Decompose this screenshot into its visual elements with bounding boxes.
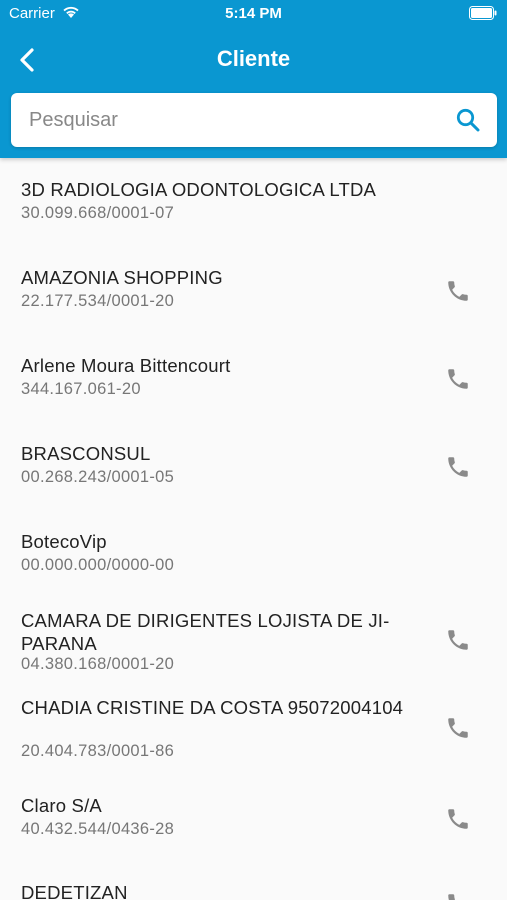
battery-icon bbox=[469, 6, 497, 20]
status-bar: Carrier 5:14 PM bbox=[0, 0, 507, 28]
client-document: 00.000.000/0000-00 bbox=[21, 556, 175, 574]
client-name: BotecoVip bbox=[21, 531, 107, 552]
phone-icon[interactable] bbox=[445, 366, 471, 392]
client-name: BRASCONSUL bbox=[21, 443, 151, 464]
client-name: Arlene Moura Bittencourt bbox=[21, 355, 231, 376]
client-name: AMAZONIA SHOPPING bbox=[21, 267, 223, 288]
page-title: Cliente bbox=[216, 46, 291, 71]
list-item[interactable]: CHADIA CRISTINE DA COSTA 95072004104 20.… bbox=[0, 696, 507, 766]
list-item[interactable]: DEDETIZAN bbox=[0, 881, 507, 900]
list-item[interactable]: CAMARA DE DIRIGENTES LOJISTA DE JI-PARAN… bbox=[0, 609, 507, 679]
list-item[interactable]: Claro S/A 40.432.544/0436-28 bbox=[0, 794, 507, 864]
client-list: 3D RADIOLOGIA ODONTOLOGICA LTDA 30.099.6… bbox=[0, 158, 507, 900]
client-document: 22.177.534/0001-20 bbox=[21, 292, 175, 310]
search-icon[interactable] bbox=[455, 107, 481, 133]
client-name: CHADIA CRISTINE DA COSTA 95072004104 bbox=[21, 697, 404, 718]
phone-icon[interactable] bbox=[445, 627, 471, 653]
client-document: 00.268.243/0001-05 bbox=[21, 468, 175, 486]
list-item[interactable]: 3D RADIOLOGIA ODONTOLOGICA LTDA 30.099.6… bbox=[0, 178, 507, 248]
client-name: Claro S/A bbox=[21, 795, 102, 816]
status-time: 5:14 PM bbox=[225, 5, 282, 22]
client-document: 40.432.544/0436-28 bbox=[21, 820, 175, 838]
phone-icon[interactable] bbox=[445, 806, 471, 832]
phone-icon[interactable] bbox=[445, 454, 471, 480]
phone-icon[interactable] bbox=[445, 278, 471, 304]
phone-icon[interactable] bbox=[445, 715, 471, 741]
navigation-bar: Cliente bbox=[0, 38, 507, 82]
list-item[interactable]: Arlene Moura Bittencourt 344.167.061-20 bbox=[0, 354, 507, 424]
search-bar bbox=[11, 93, 497, 147]
list-item[interactable]: BotecoVip 00.000.000/0000-00 bbox=[0, 530, 507, 600]
list-item[interactable]: BRASCONSUL 00.268.243/0001-05 bbox=[0, 442, 507, 512]
client-name: 3D RADIOLOGIA ODONTOLOGICA LTDA bbox=[21, 179, 377, 200]
list-item[interactable]: AMAZONIA SHOPPING 22.177.534/0001-20 bbox=[0, 266, 507, 336]
phone-icon[interactable] bbox=[445, 891, 471, 900]
search-input[interactable] bbox=[29, 93, 449, 147]
client-document: 344.167.061-20 bbox=[21, 380, 141, 398]
client-name: DEDETIZAN bbox=[21, 882, 128, 900]
client-document: 20.404.783/0001-86 bbox=[21, 742, 175, 760]
client-document: 30.099.668/0001-07 bbox=[21, 204, 175, 222]
client-document: 04.380.168/0001-20 bbox=[21, 655, 175, 673]
client-name: CAMARA DE DIRIGENTES LOJISTA DE JI-PARAN… bbox=[21, 610, 390, 654]
app-header: Carrier 5:14 PM Cliente bbox=[0, 0, 507, 158]
